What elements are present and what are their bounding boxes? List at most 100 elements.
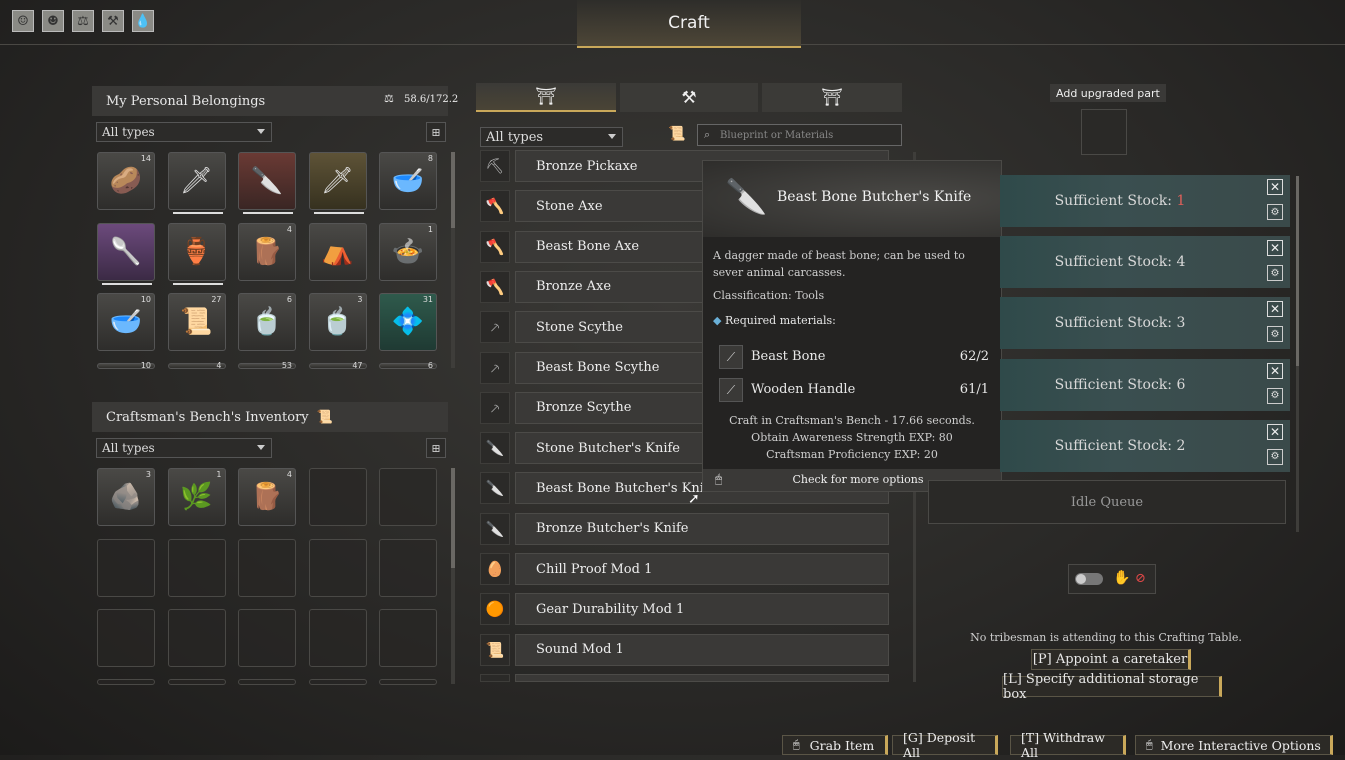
appoint-caretaker-button[interactable]: [P] Appoint a caretaker [1031, 649, 1191, 670]
inventory-slot[interactable]: 🪵 4 [238, 222, 296, 281]
gear-icon[interactable]: ⚙ [1267, 265, 1283, 282]
inventory-slot[interactable]: 🥣 10 [97, 293, 155, 351]
queue-scrollbar[interactable] [1296, 176, 1299, 532]
deposit-all-label: [G] Deposit All [903, 730, 976, 760]
inventory-slot[interactable]: 💠 31 [379, 293, 437, 351]
recipe-item[interactable]: Gear Durability Mod 1 [515, 593, 889, 626]
queue-item[interactable]: Sufficient Stock: 3 ✕ ⚙ [1000, 297, 1290, 350]
bench-slot[interactable]: 🌿 1 [167, 468, 226, 526]
gear-icon[interactable]: ⚙ [1267, 387, 1283, 404]
tab-bench-recipes[interactable]: ⛩ [476, 83, 616, 112]
inventory-slot[interactable]: 🍲 1 [379, 222, 437, 281]
inventory-slot[interactable]: 🥣 8 [379, 152, 437, 210]
search-icon: ⌕ [704, 128, 711, 141]
personal-scrollbar[interactable] [451, 152, 455, 368]
gear-icon[interactable]: ⚙ [1267, 448, 1283, 465]
tool-icon[interactable]: ⚒ [102, 10, 124, 32]
inventory-slot[interactable]: 🗡 [308, 152, 367, 214]
inventory-slot-partial[interactable]: 6 [379, 361, 437, 370]
bench-type-filter[interactable]: All types [96, 438, 272, 458]
bench-slot-empty[interactable] [308, 609, 367, 667]
blueprint-book-icon[interactable]: 📜 [668, 126, 685, 142]
bench-slot-partial[interactable] [308, 679, 367, 685]
recipe-item[interactable]: Chill Proof Mod 1 [515, 553, 889, 585]
close-icon[interactable]: ✕ [1267, 423, 1283, 440]
bench-slot-partial[interactable] [167, 679, 226, 685]
inventory-slot[interactable]: ⛺ [308, 222, 367, 281]
inventory-slot-partial[interactable]: 10 [97, 361, 155, 370]
personal-scroll-thumb[interactable] [451, 152, 455, 228]
bench-slot-empty[interactable] [379, 538, 437, 597]
tooltip-header: 🔪 Beast Bone Butcher's Knife [703, 161, 1001, 237]
close-icon[interactable]: ✕ [1267, 301, 1283, 318]
bench-slot-empty[interactable] [308, 538, 367, 597]
bench-slot-partial[interactable] [379, 679, 437, 685]
queue-item[interactable]: Sufficient Stock: 4 ✕ ⚙ [1000, 236, 1290, 289]
recipe-item[interactable]: Sound Mod 1 [515, 633, 889, 666]
grab-item-button[interactable]: 🖱 Grab Item [782, 735, 888, 755]
profile-icon[interactable]: ☺ [12, 10, 34, 32]
queue-item[interactable]: Sufficient Stock: 1 ✕ ⚙ [1000, 175, 1290, 227]
personal-sort-button[interactable]: ⊞ [426, 122, 446, 142]
inventory-slot[interactable]: 🍵 6 [238, 293, 296, 351]
withdraw-all-button[interactable]: [T] Withdraw All [1010, 730, 1126, 760]
inventory-slot[interactable]: 🥄 [97, 222, 155, 285]
inventory-slot[interactable]: 🔪 [238, 152, 296, 214]
inventory-slot[interactable]: 🥔 14 [97, 152, 155, 210]
bench-slot-empty[interactable] [379, 468, 437, 526]
bench-scroll-thumb[interactable] [451, 468, 455, 568]
bench-slot-empty[interactable] [97, 609, 155, 667]
recipe-icon: ⛏ [480, 150, 510, 182]
bench-slot[interactable]: 🪨 3 [97, 468, 155, 526]
bench-slot-empty[interactable] [167, 538, 226, 597]
bench-scrollbar[interactable] [451, 468, 455, 684]
more-interactive-options-button[interactable]: 🖱 More Interactive Options [1135, 735, 1333, 755]
queue-item[interactable]: Sufficient Stock: 2 ✕ ⚙ [1000, 419, 1290, 472]
recipe-type-filter[interactable]: All types [480, 127, 623, 147]
close-icon[interactable]: ✕ [1267, 362, 1283, 379]
bench-slot-empty[interactable] [97, 538, 155, 597]
tab-anvil-recipes[interactable]: ⚒ [620, 83, 758, 112]
recipe-search-input[interactable]: ⌕ Blueprint or Materials [697, 124, 902, 146]
deposit-all-button[interactable]: [G] Deposit All [892, 730, 998, 760]
item-count: 1 [427, 224, 433, 234]
recipe-item-partial[interactable] [515, 674, 889, 682]
weight-icon[interactable]: ⚖ [72, 10, 94, 32]
inventory-slot[interactable]: 🍵 3 [308, 293, 367, 351]
close-icon[interactable]: ✕ [1267, 179, 1283, 195]
gear-icon[interactable]: ⚙ [1267, 204, 1283, 220]
portrait-icon[interactable]: ☻ [42, 10, 64, 32]
bench-inventory-header: Craftsman's Bench's Inventory 📜 [92, 402, 448, 432]
inventory-slot-partial[interactable]: 4 [167, 361, 226, 370]
tab-table-recipes[interactable]: ⛩ [762, 83, 902, 112]
recipe-icon: 📜 [480, 633, 510, 666]
gear-icon[interactable]: ⚙ [1267, 326, 1283, 343]
bench-slot-empty[interactable] [308, 468, 367, 526]
auto-toggle-switch[interactable] [1075, 573, 1103, 585]
bench-slot-partial[interactable] [238, 679, 296, 685]
material-qty: 62/2 [959, 349, 989, 364]
queue-item[interactable]: Sufficient Stock: 6 ✕ ⚙ [1000, 358, 1290, 411]
close-icon[interactable]: ✕ [1267, 240, 1283, 257]
search-placeholder: Blueprint or Materials [720, 129, 834, 141]
bench-sort-button[interactable]: ⊞ [426, 438, 446, 458]
storage-box-button[interactable]: [L] Specify additional storage box [1002, 672, 1222, 702]
personal-type-filter[interactable]: All types [96, 122, 272, 142]
bench-slot-empty[interactable] [379, 609, 437, 667]
water-drop-icon[interactable]: 💧 [132, 10, 154, 32]
queue-scroll-thumb[interactable] [1296, 176, 1299, 366]
inventory-slot[interactable]: 📜 27 [167, 293, 226, 351]
upgraded-part-slot[interactable] [1081, 109, 1127, 155]
bench-slot-empty[interactable] [167, 609, 226, 667]
recipe-item[interactable]: Bronze Butcher's Knife [515, 512, 889, 545]
bench-slot-empty[interactable] [238, 538, 296, 597]
bench-slot[interactable]: 🪵 4 [238, 468, 296, 526]
craft-title-tab[interactable]: Craft [577, 0, 801, 48]
inventory-slot[interactable]: 🏺 [167, 222, 226, 285]
knife-icon: 🔪 [725, 177, 768, 217]
inventory-slot-partial[interactable]: 47 [308, 361, 367, 370]
inventory-slot[interactable]: 🗡 [167, 152, 226, 214]
bench-slot-partial[interactable] [97, 679, 155, 685]
inventory-slot-partial[interactable]: 53 [238, 361, 296, 370]
bench-slot-empty[interactable] [238, 609, 296, 667]
